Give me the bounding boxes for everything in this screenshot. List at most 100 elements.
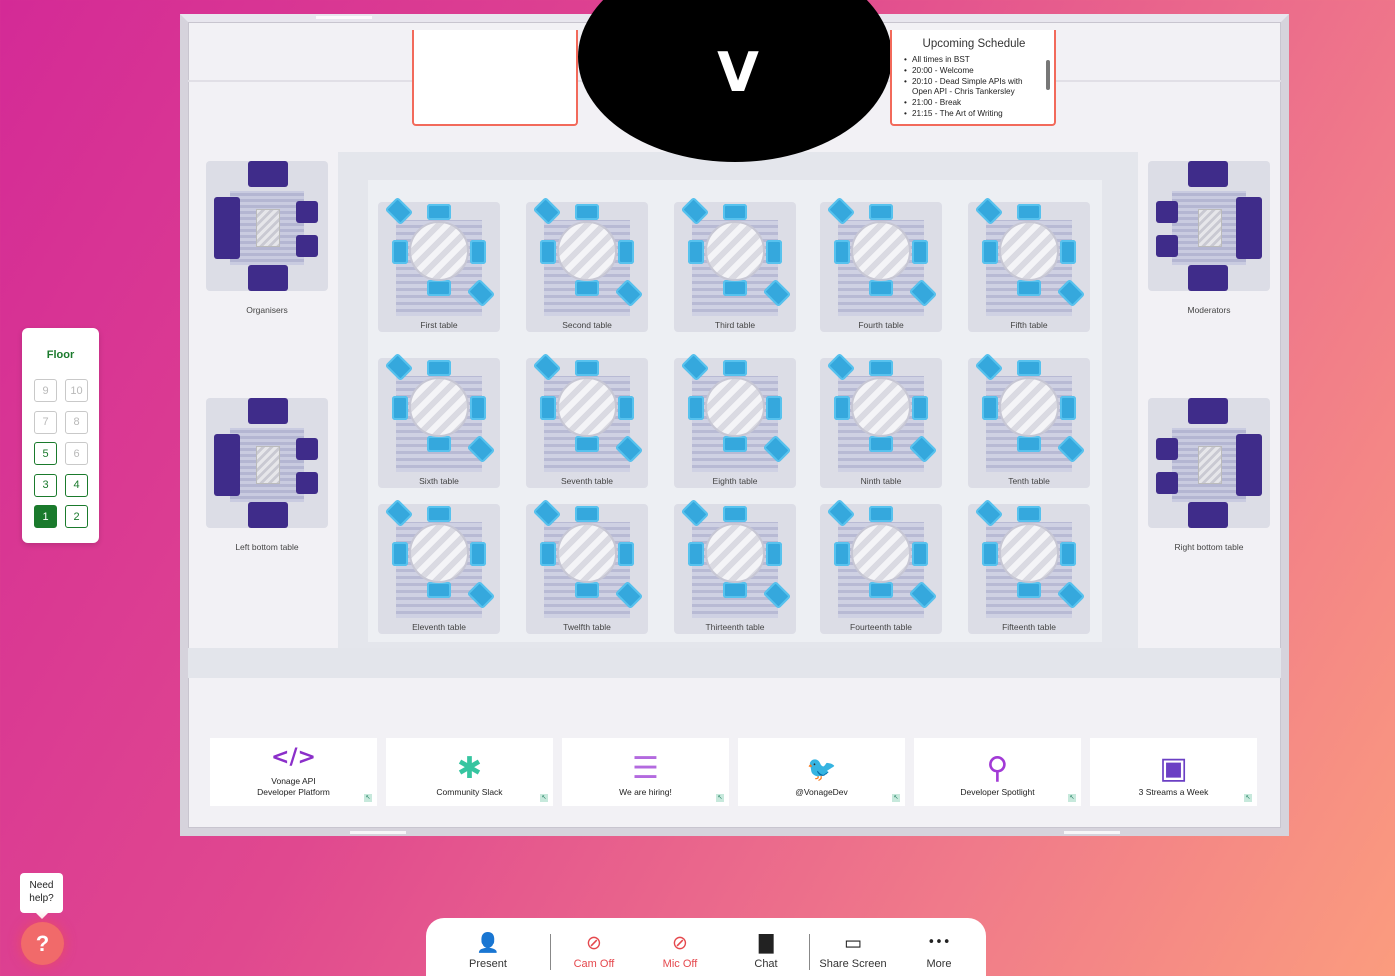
chair bbox=[834, 542, 850, 566]
frame-highlight bbox=[350, 831, 406, 834]
help-button[interactable]: ? bbox=[21, 922, 64, 965]
tile-label: Vonage API Developer Platform bbox=[257, 776, 330, 797]
meeting-table[interactable]: Third table bbox=[674, 196, 796, 332]
meeting-table[interactable]: Twelfth table bbox=[526, 498, 648, 634]
present-label: Present bbox=[469, 958, 507, 970]
help-icon: ? bbox=[35, 930, 50, 956]
schedule-board[interactable]: Upcoming Schedule All times in BST 20:00… bbox=[890, 30, 1056, 126]
chair bbox=[1017, 204, 1041, 220]
lounge-left-bottom[interactable] bbox=[206, 398, 328, 528]
meeting-table[interactable]: Sixth table bbox=[378, 352, 500, 488]
table-label: Seventh table bbox=[561, 476, 613, 486]
lounge-right-bottom[interactable] bbox=[1148, 398, 1270, 528]
chair bbox=[618, 542, 634, 566]
chair bbox=[427, 204, 451, 220]
chair bbox=[688, 542, 704, 566]
mic-off-button[interactable]: ⊘ Mic Off bbox=[637, 932, 723, 970]
chair bbox=[1060, 240, 1076, 264]
chat-button[interactable]: ▇ Chat bbox=[723, 932, 809, 970]
whiteboard[interactable] bbox=[412, 30, 578, 126]
tile-developer-platform[interactable]: </> Vonage API Developer Platform ↖ bbox=[210, 738, 377, 806]
chair bbox=[688, 240, 704, 264]
meeting-table[interactable]: Eleventh table bbox=[378, 498, 500, 634]
chair bbox=[982, 240, 998, 264]
meeting-table[interactable]: Fifteenth table bbox=[968, 498, 1090, 634]
sofa bbox=[248, 502, 288, 528]
chair bbox=[912, 542, 928, 566]
schedule-item: 21:15 - The Art of Writing bbox=[904, 109, 1044, 120]
sofa bbox=[1188, 398, 1228, 424]
coffee-table bbox=[256, 446, 280, 484]
floor-button[interactable]: 5 bbox=[34, 442, 57, 465]
meeting-table[interactable]: Second table bbox=[526, 196, 648, 332]
floor-button[interactable]: 3 bbox=[34, 473, 57, 497]
coffee-table bbox=[1198, 446, 1222, 484]
floor-button[interactable]: 1 bbox=[34, 505, 57, 528]
present-button[interactable]: 👤 Present bbox=[426, 932, 550, 970]
schedule-list: All times in BST 20:00 - Welcome 20:10 -… bbox=[904, 55, 1044, 120]
meeting-table[interactable]: First table bbox=[378, 196, 500, 332]
meeting-table[interactable]: Fourteenth table bbox=[820, 498, 942, 634]
meeting-table[interactable]: Tenth table bbox=[968, 352, 1090, 488]
meeting-table[interactable]: Fourth table bbox=[820, 196, 942, 332]
tile-developer-spotlight[interactable]: ⚲ Developer Spotlight ↖ bbox=[914, 738, 1081, 806]
meeting-table[interactable]: Fifth table bbox=[968, 196, 1090, 332]
lounge-organisers[interactable] bbox=[206, 161, 328, 291]
chair bbox=[1017, 582, 1041, 598]
chair bbox=[723, 506, 747, 522]
schedule-item: All times in BST bbox=[904, 55, 1044, 66]
chair bbox=[1060, 396, 1076, 420]
meeting-table[interactable]: Ninth table bbox=[820, 352, 942, 488]
chair bbox=[766, 240, 782, 264]
round-table bbox=[409, 221, 469, 281]
meeting-table[interactable]: Eighth table bbox=[674, 352, 796, 488]
schedule-item: 20:10 - Dead Simple APIs with Open API -… bbox=[904, 77, 1044, 99]
table-label: Thirteenth table bbox=[705, 622, 765, 632]
floor-button: 10 bbox=[65, 379, 88, 402]
armchair bbox=[1156, 201, 1178, 223]
round-table bbox=[557, 523, 617, 583]
table-label: Fourteenth table bbox=[850, 622, 912, 632]
table-label: Second table bbox=[562, 320, 612, 330]
vonage-logo-icon: V bbox=[717, 41, 759, 104]
frame-highlight bbox=[1064, 831, 1120, 834]
twitter-icon: 🐦 bbox=[806, 754, 837, 783]
chair bbox=[470, 240, 486, 264]
cam-off-label: Cam Off bbox=[573, 958, 615, 970]
lounge-moderators[interactable] bbox=[1148, 161, 1270, 291]
stage[interactable]: V bbox=[578, 0, 892, 162]
more-icon: ••• bbox=[927, 935, 951, 950]
chair bbox=[470, 396, 486, 420]
table-label: Eighth table bbox=[712, 476, 758, 486]
meeting-table[interactable]: Seventh table bbox=[526, 352, 648, 488]
round-table bbox=[409, 377, 469, 437]
share-screen-button[interactable]: ▭ Share Screen bbox=[810, 932, 896, 970]
floor-button[interactable]: 2 bbox=[65, 505, 88, 528]
round-table bbox=[851, 377, 911, 437]
chair bbox=[575, 436, 599, 452]
chat-icon: ▇ bbox=[758, 932, 774, 954]
schedule-scrollbar[interactable] bbox=[1046, 60, 1050, 90]
chair bbox=[723, 436, 747, 452]
tile-community-slack[interactable]: ✱ Community Slack ↖ bbox=[386, 738, 553, 806]
table-label: Ninth table bbox=[860, 476, 902, 486]
chair bbox=[869, 582, 893, 598]
chair bbox=[427, 506, 451, 522]
armchair bbox=[296, 235, 318, 257]
round-table bbox=[999, 377, 1059, 437]
sofa bbox=[1236, 197, 1262, 259]
tile-twitter[interactable]: 🐦 @VonageDev ↖ bbox=[738, 738, 905, 806]
chair bbox=[869, 204, 893, 220]
table-label: Tenth table bbox=[1008, 476, 1050, 486]
round-table bbox=[409, 523, 469, 583]
share-screen-label: Share Screen bbox=[819, 958, 887, 970]
armchair bbox=[296, 201, 318, 223]
chair bbox=[392, 240, 408, 264]
tile-hiring[interactable]: ☰ We are hiring! ↖ bbox=[562, 738, 729, 806]
tile-twitch[interactable]: ▣ 3 Streams a Week ↖ bbox=[1090, 738, 1257, 806]
more-button[interactable]: ••• More bbox=[896, 932, 982, 970]
chair bbox=[912, 396, 928, 420]
cam-off-button[interactable]: ⊘ Cam Off bbox=[551, 932, 637, 970]
floor-button[interactable]: 4 bbox=[65, 473, 88, 497]
meeting-table[interactable]: Thirteenth table bbox=[674, 498, 796, 634]
